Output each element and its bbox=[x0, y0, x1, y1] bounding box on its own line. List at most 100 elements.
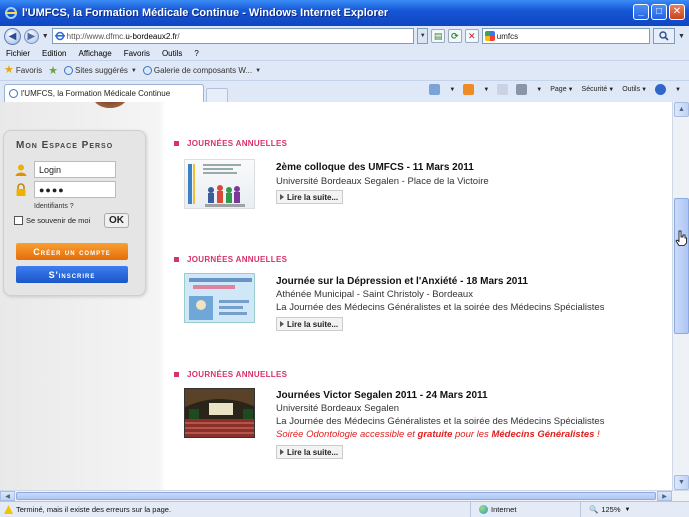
forward-button[interactable]: ▶ bbox=[23, 28, 39, 44]
article-title[interactable]: Journée sur la Dépression et l'Anxiété -… bbox=[276, 276, 528, 287]
dropdown-arrow-icon[interactable]: ▼ bbox=[536, 87, 542, 93]
menu-help[interactable]: ? bbox=[194, 49, 198, 58]
article-thumbnail[interactable] bbox=[184, 388, 255, 438]
favorites-bar: ★ Favoris ★ Sites suggérés ▼ Galerie de … bbox=[0, 60, 689, 80]
security-menu[interactable]: Sécurité▼ bbox=[582, 86, 615, 93]
page-viewport: Mon Espace Perso Login ●●●● Identifiants… bbox=[0, 102, 672, 490]
home-icon[interactable] bbox=[429, 84, 441, 95]
favorites-star-icon: ★ bbox=[4, 64, 14, 76]
favorites-button[interactable]: ★ Favoris bbox=[4, 65, 42, 76]
zoom-magnifier-icon: 🔍 bbox=[589, 505, 599, 514]
bullet-square-icon bbox=[174, 141, 179, 146]
magnifier-icon bbox=[659, 31, 669, 41]
new-tab-button[interactable] bbox=[206, 88, 228, 102]
address-input[interactable]: http://www.dfmc. u-bordeaux2.fr / bbox=[51, 28, 415, 44]
mail-icon[interactable] bbox=[497, 84, 509, 95]
history-dropdown-icon[interactable]: ▼ bbox=[42, 33, 49, 40]
refresh-icon[interactable]: ⟳ bbox=[448, 29, 462, 43]
dropdown-arrow-icon: ▼ bbox=[255, 67, 262, 74]
hand-cursor-icon bbox=[675, 230, 687, 246]
scroll-right-button[interactable]: ▶ bbox=[657, 491, 672, 501]
read-more-button[interactable]: Lire la suite... bbox=[276, 190, 344, 204]
menu-affichage[interactable]: Affichage bbox=[78, 49, 111, 58]
amphitheatre-photo-image bbox=[185, 389, 254, 437]
search-options-icon[interactable]: ▼ bbox=[678, 33, 685, 40]
favorites-item-suggested[interactable]: Sites suggérés ▼ bbox=[63, 66, 137, 75]
identifiants-link[interactable]: Identifiants ? bbox=[34, 203, 74, 210]
section-label-text: JOURNÉES ANNUELLES bbox=[187, 255, 288, 264]
ie-app-icon bbox=[4, 6, 18, 20]
dropdown-arrow-icon[interactable]: ▼ bbox=[449, 87, 455, 93]
play-triangle-icon bbox=[280, 194, 284, 200]
login-panel-title: Mon Espace Perso bbox=[16, 140, 114, 151]
article-title[interactable]: Journées Victor Segalen 2011 - 24 Mars 2… bbox=[276, 390, 488, 401]
minimize-button[interactable]: _ bbox=[633, 4, 649, 20]
register-button[interactable]: S'inscrire bbox=[16, 266, 128, 283]
highlight-bold: Médecins Généralistes bbox=[491, 429, 595, 440]
section-label: JOURNÉES ANNUELLES bbox=[174, 255, 287, 264]
dropdown-arrow-icon[interactable]: ▼ bbox=[483, 87, 489, 93]
close-window-button[interactable]: ✕ bbox=[669, 4, 685, 20]
menu-fichier[interactable]: Fichier bbox=[6, 49, 30, 58]
ie-page-icon bbox=[63, 66, 73, 75]
article-location: Université Bordeaux Segalen bbox=[276, 403, 400, 414]
add-favorite-icon[interactable]: ★ bbox=[48, 64, 58, 77]
vertical-scrollbar[interactable]: ▲ ▼ bbox=[672, 102, 689, 490]
depression-poster-image bbox=[185, 274, 254, 322]
create-account-button[interactable]: Créer un compte bbox=[16, 243, 128, 260]
search-value: umfcs bbox=[496, 31, 519, 41]
read-more-button[interactable]: Lire la suite... bbox=[276, 445, 344, 459]
horizontal-scroll-thumb[interactable] bbox=[16, 492, 656, 500]
favorites-item-gallery[interactable]: Galerie de composants W... ▼ bbox=[142, 66, 262, 75]
rss-feed-icon[interactable] bbox=[463, 84, 475, 95]
dropdown-arrow-icon: ▼ bbox=[624, 506, 631, 513]
article-title[interactable]: 2ème colloque des UMFCS - 11 Mars 2011 bbox=[276, 162, 474, 173]
menu-edition[interactable]: Edition bbox=[42, 49, 66, 58]
page-menu[interactable]: Page▼ bbox=[550, 86, 573, 93]
remember-me-label: Se souvenir de moi bbox=[26, 216, 91, 225]
dropdown-arrow-icon[interactable]: ▼ bbox=[675, 87, 681, 93]
url-prefix: http://www.dfmc. bbox=[66, 31, 126, 41]
scroll-up-button[interactable]: ▲ bbox=[674, 102, 689, 117]
stop-icon[interactable]: ✕ bbox=[464, 29, 479, 43]
read-more-button[interactable]: Lire la suite... bbox=[276, 317, 344, 331]
password-input[interactable]: ●●●● bbox=[34, 181, 116, 198]
menu-favoris[interactable]: Favoris bbox=[124, 49, 150, 58]
help-icon[interactable] bbox=[655, 84, 667, 95]
user-icon bbox=[14, 163, 28, 177]
compatibility-view-icon[interactable]: ▤ bbox=[431, 29, 446, 43]
url-suffix: / bbox=[177, 31, 180, 41]
article-highlight: Soirée Odontologie accessible et gratuit… bbox=[276, 429, 600, 440]
dropdown-arrow-icon: ▼ bbox=[567, 87, 574, 93]
remember-me: Se souvenir de moi bbox=[14, 216, 90, 225]
tab-umfcs[interactable]: l'UMFCS, la Formation Médicale Continue bbox=[4, 84, 204, 102]
menu-outils[interactable]: Outils bbox=[162, 49, 182, 58]
tools-menu[interactable]: Outils▼ bbox=[622, 86, 647, 93]
status-message-area[interactable]: Terminé, mais il existe des erreurs sur … bbox=[0, 505, 470, 514]
article-thumbnail[interactable] bbox=[184, 273, 255, 323]
search-button[interactable] bbox=[653, 28, 676, 44]
security-zone[interactable]: Internet bbox=[470, 502, 580, 517]
tools-menu-label: Outils bbox=[622, 86, 641, 93]
highlight-text: Soirée Odontologie accessible et bbox=[276, 429, 418, 440]
vertical-scroll-thumb[interactable] bbox=[674, 198, 689, 334]
zoom-control[interactable]: 🔍 125% ▼ bbox=[580, 502, 630, 517]
read-more-label: Lire la suite... bbox=[287, 192, 339, 202]
address-dropdown-button[interactable]: ▼ bbox=[417, 28, 429, 44]
horizontal-scrollbar[interactable]: ◀ ▶ bbox=[0, 490, 689, 501]
ok-button[interactable]: OK bbox=[104, 213, 129, 228]
remember-me-checkbox[interactable] bbox=[14, 216, 23, 225]
print-icon[interactable] bbox=[516, 84, 528, 95]
scroll-down-button[interactable]: ▼ bbox=[674, 475, 689, 490]
maximize-button[interactable]: □ bbox=[651, 4, 667, 20]
play-triangle-icon bbox=[280, 449, 284, 455]
article-thumbnail[interactable] bbox=[184, 159, 255, 209]
article-description: La Journée des Médecins Généralistes et … bbox=[276, 302, 605, 313]
dropdown-arrow-icon: ▼ bbox=[130, 67, 137, 74]
login-panel: Mon Espace Perso Login ●●●● Identifiants… bbox=[3, 130, 146, 296]
back-button[interactable]: ◀ bbox=[4, 27, 21, 45]
scroll-left-button[interactable]: ◀ bbox=[0, 491, 15, 501]
search-input[interactable]: umfcs bbox=[481, 28, 651, 44]
play-triangle-icon bbox=[280, 321, 284, 327]
login-input[interactable]: Login bbox=[34, 161, 116, 178]
